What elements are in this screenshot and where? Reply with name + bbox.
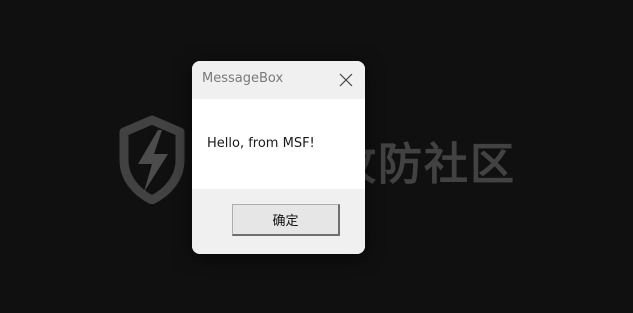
close-button[interactable] xyxy=(333,67,359,93)
ok-button[interactable]: 确定 xyxy=(232,204,340,236)
desktop-background: 奇安信攻防社区 MessageBox Hello, from MSF! 确定 xyxy=(0,0,633,313)
dialog-titlebar[interactable]: MessageBox xyxy=(192,61,365,99)
dialog-content: Hello, from MSF! xyxy=(192,99,365,189)
dialog-message: Hello, from MSF! xyxy=(207,136,315,151)
dialog-title: MessageBox xyxy=(202,71,284,86)
message-box-dialog: MessageBox Hello, from MSF! 确定 xyxy=(192,61,365,254)
close-icon xyxy=(339,73,353,87)
dialog-footer: 确定 xyxy=(192,189,365,254)
lightning-shield-icon xyxy=(119,115,185,204)
